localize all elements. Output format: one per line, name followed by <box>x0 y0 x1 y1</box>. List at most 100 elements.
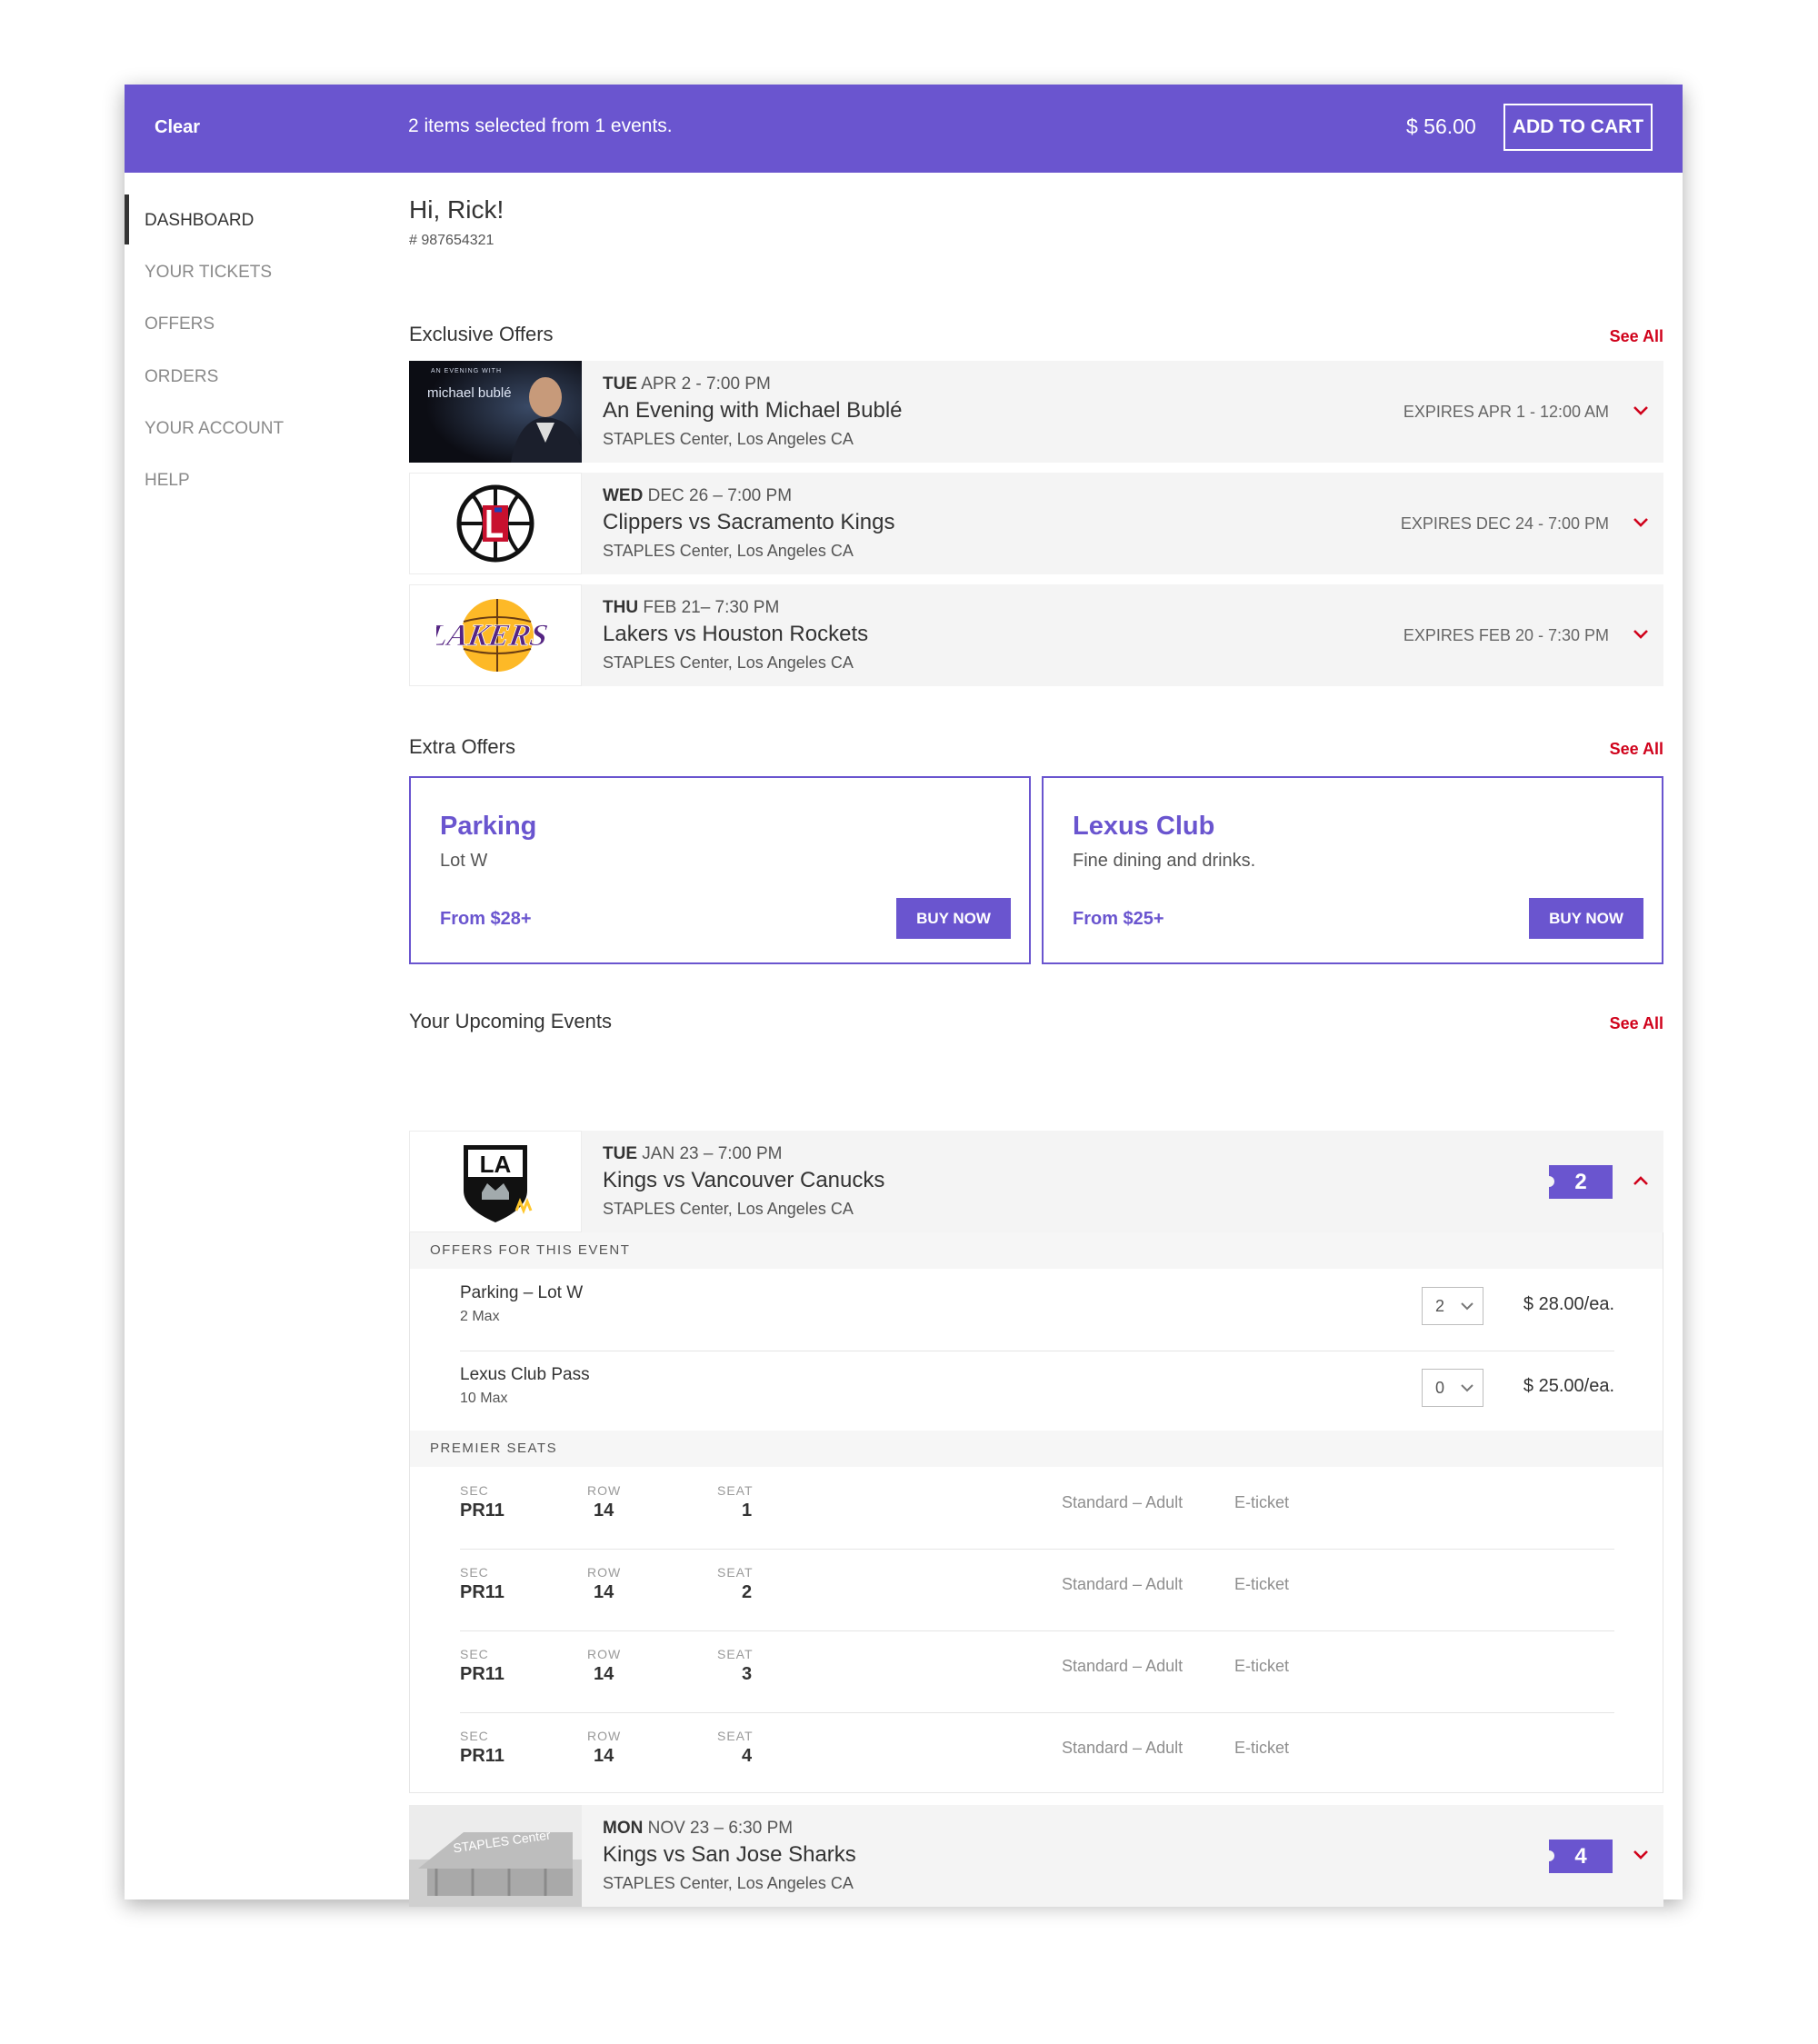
seat-delivery: E-ticket <box>1234 1575 1290 1593</box>
chevron-down-icon <box>1461 1302 1473 1311</box>
quantity-value: 2 <box>1435 1297 1445 1315</box>
exclusive-offers-see-all-link[interactable]: See All <box>1610 327 1663 346</box>
seat-sec-label: SEC <box>460 1729 489 1743</box>
event-venue: STAPLES Center, Los Angeles CA <box>603 542 854 560</box>
seat-row-value: 14 <box>594 1664 614 1684</box>
seat-delivery: E-ticket <box>1234 1739 1290 1757</box>
offer-max: 10 Max <box>460 1391 508 1406</box>
event-offer-item-parking: Parking – Lot W 2 Max 2 $ 28.00/ea. <box>460 1269 1614 1351</box>
offer-card-desc: Lot W <box>440 851 488 871</box>
upcoming-events-see-all-link[interactable]: See All <box>1610 1014 1663 1033</box>
event-name: Kings vs San Jose Sharks <box>603 1842 856 1867</box>
offers-for-event-header: OFFERS FOR THIS EVENT <box>410 1232 1663 1269</box>
sidebar-item-offers[interactable]: OFFERS <box>145 314 215 334</box>
event-venue: STAPLES Center, Los Angeles CA <box>603 1200 854 1218</box>
event-offer-item-lexus-club: Lexus Club Pass 10 Max 0 $ 25.00/ea. <box>460 1351 1614 1432</box>
sidebar-item-your-account[interactable]: YOUR ACCOUNT <box>145 419 284 439</box>
seat-seat-value: 3 <box>742 1664 753 1684</box>
selection-bar: Clear 2 items selected from 1 events. $ … <box>125 85 1683 173</box>
page-title: Hi, Rick! <box>409 195 504 224</box>
upcoming-events-title: Your Upcoming Events <box>409 1010 612 1032</box>
seat-ticket-type: Standard – Adult <box>1062 1575 1184 1593</box>
offer-card-title: Parking <box>440 812 537 841</box>
staples-center-photo-icon: STAPLES Center <box>409 1805 582 1907</box>
seat-row-label: ROW <box>587 1729 622 1743</box>
sidebar-item-your-tickets[interactable]: YOUR TICKETS <box>145 263 272 283</box>
clear-button[interactable]: Clear <box>155 117 200 138</box>
seat-seat-label: SEAT <box>717 1483 754 1498</box>
premier-seats-header: PREMIER SEATS <box>410 1431 1663 1467</box>
thumb-caption-small: AN EVENING WITH <box>431 368 503 374</box>
seat-sec-value: PR11 <box>460 1582 504 1602</box>
seat-seat-label: SEAT <box>717 1647 754 1661</box>
event-venue: STAPLES Center, Los Angeles CA <box>603 1874 854 1892</box>
exclusive-offer-item[interactable]: LAKERS THU FEB 21– 7:30 PM Lakers vs Hou… <box>409 584 1663 686</box>
event-name: An Evening with Michael Bublé <box>603 398 903 423</box>
exclusive-offer-item[interactable]: WED DEC 26 – 7:00 PM Clippers vs Sacrame… <box>409 473 1663 574</box>
offer-card-lexus-club: Lexus Club Fine dining and drinks. From … <box>1042 776 1663 964</box>
seat-sec-value: PR11 <box>460 1746 504 1766</box>
offer-unit-price: $ 28.00/ea. <box>1523 1294 1614 1314</box>
seat-sec-value: PR11 <box>460 1664 504 1684</box>
seat-row-value: 14 <box>594 1582 614 1602</box>
seat-ticket-type: Standard – Adult <box>1062 1493 1184 1511</box>
offer-max: 2 Max <box>460 1309 500 1324</box>
seat-sec-label: SEC <box>460 1483 489 1498</box>
exclusive-offer-item[interactable]: AN EVENING WITH michael bublé TUE APR 2 … <box>409 361 1663 463</box>
upcoming-event-item[interactable]: STAPLES Center MON NOV 23 – 6:30 PM King… <box>409 1805 1663 1907</box>
app-window: Clear 2 items selected from 1 events. $ … <box>125 85 1683 1907</box>
concert-photo-icon: AN EVENING WITH michael bublé <box>409 361 582 463</box>
seat-row-label: ROW <box>587 1565 622 1580</box>
buy-now-button[interactable]: BUY NOW <box>896 898 1011 939</box>
event-date: THU FEB 21– 7:30 PM <box>603 598 780 617</box>
chevron-down-icon[interactable] <box>1631 1845 1651 1865</box>
event-name: Clippers vs Sacramento Kings <box>603 510 895 534</box>
offer-card-price: From $28+ <box>440 909 532 929</box>
quantity-select[interactable]: 0 <box>1422 1369 1483 1407</box>
chevron-down-icon[interactable] <box>1631 401 1651 421</box>
seat-row: SEC PR11 ROW 14 SEAT 3 Standard – Adult … <box>460 1630 1614 1712</box>
seat-sec-label: SEC <box>460 1565 489 1580</box>
chevron-down-icon[interactable] <box>1631 513 1651 533</box>
chevron-down-icon[interactable] <box>1631 624 1651 644</box>
add-to-cart-button[interactable]: ADD TO CART <box>1503 104 1653 151</box>
la-kings-logo-icon: LA <box>409 1131 582 1232</box>
quantity-select[interactable]: 2 <box>1422 1287 1483 1325</box>
svg-text:LA: LA <box>480 1151 512 1178</box>
offer-unit-price: $ 25.00/ea. <box>1523 1376 1614 1396</box>
event-venue: STAPLES Center, Los Angeles CA <box>603 430 854 448</box>
offer-expiry: EXPIRES APR 1 - 12:00 AM <box>1403 403 1609 421</box>
event-date: TUE JAN 23 – 7:00 PM <box>603 1144 783 1163</box>
extra-offers-see-all-link[interactable]: See All <box>1610 740 1663 759</box>
sidebar-item-orders[interactable]: ORDERS <box>145 367 218 387</box>
sidebar-item-dashboard[interactable]: DASHBOARD <box>145 211 254 231</box>
event-date: MON NOV 23 – 6:30 PM <box>603 1819 794 1838</box>
seat-seat-value: 1 <box>742 1501 753 1521</box>
seat-sec-label: SEC <box>460 1647 489 1661</box>
event-date: WED DEC 26 – 7:00 PM <box>603 486 793 505</box>
ticket-count-badge: 4 <box>1543 1840 1613 1873</box>
seat-ticket-type: Standard – Adult <box>1062 1739 1184 1757</box>
offer-name: Parking – Lot W <box>460 1283 584 1302</box>
seat-row: SEC PR11 ROW 14 SEAT 4 Standard – Adult … <box>460 1712 1614 1794</box>
seat-row-label: ROW <box>587 1647 622 1661</box>
event-name: Kings vs Vancouver Canucks <box>603 1168 885 1192</box>
offer-card-desc: Fine dining and drinks. <box>1073 851 1256 871</box>
buy-now-button[interactable]: BUY NOW <box>1529 898 1643 939</box>
extra-offers-title: Extra Offers <box>409 735 515 758</box>
active-indicator <box>125 194 129 244</box>
seat-seat-label: SEAT <box>717 1565 754 1580</box>
offer-card-parking: Parking Lot W From $28+ BUY NOW <box>409 776 1031 964</box>
upcoming-event-item[interactable]: LA TUE JAN 23 – 7:00 PM Kings vs Vancouv… <box>409 1131 1663 1232</box>
event-venue: STAPLES Center, Los Angeles CA <box>603 653 854 672</box>
thumb-caption: michael bublé <box>427 385 512 401</box>
chevron-up-icon[interactable] <box>1631 1171 1651 1191</box>
sidebar-item-help[interactable]: HELP <box>145 471 190 491</box>
seat-sec-value: PR11 <box>460 1501 504 1521</box>
seat-row-value: 14 <box>594 1746 614 1766</box>
quantity-value: 0 <box>1435 1379 1445 1397</box>
seat-seat-value: 4 <box>742 1746 753 1766</box>
cart-total: $ 56.00 <box>1406 115 1476 138</box>
event-date: TUE APR 2 - 7:00 PM <box>603 374 771 394</box>
seat-row: SEC PR11 ROW 14 SEAT 2 Standard – Adult … <box>460 1549 1614 1630</box>
